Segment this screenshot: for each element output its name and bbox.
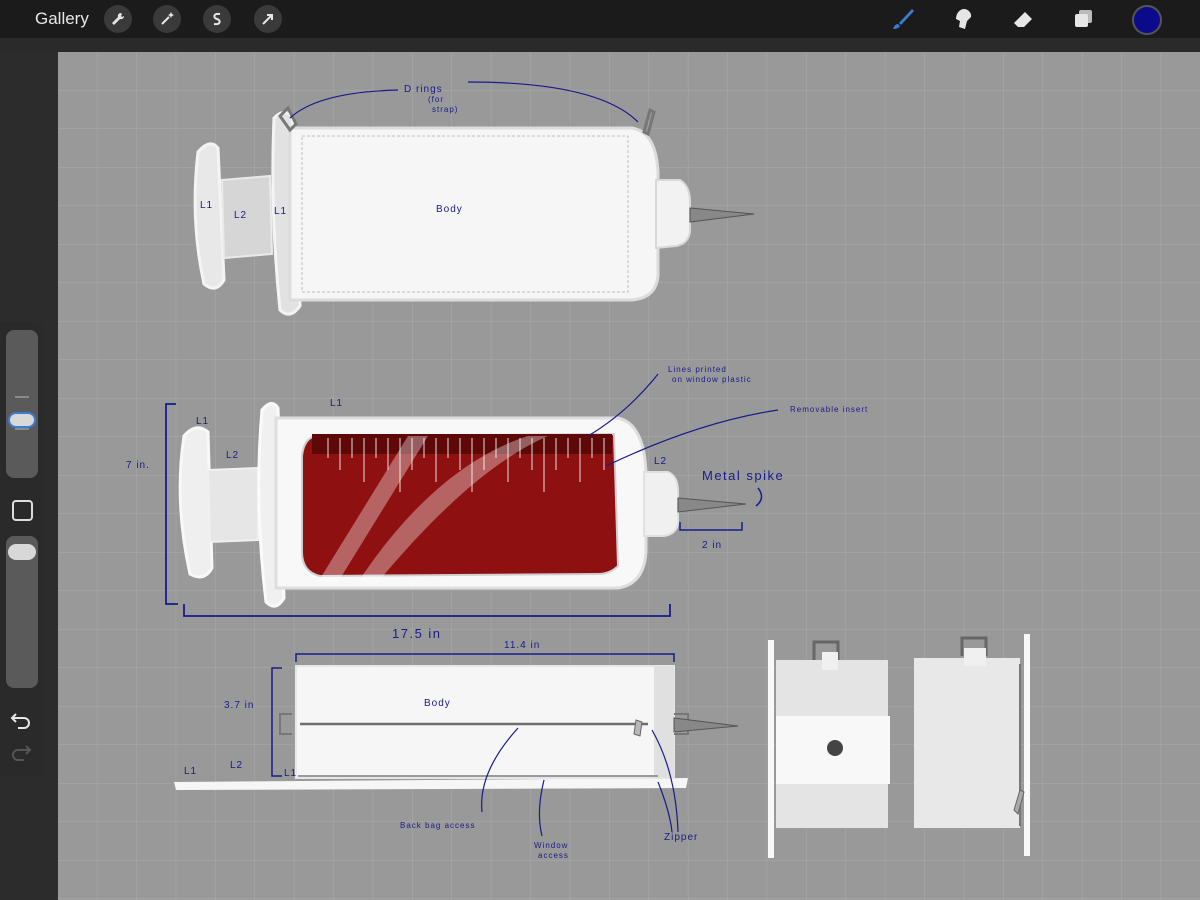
brush-sidebar [0, 322, 44, 776]
top-toolbar: Gallery [0, 0, 1200, 38]
label-l2-mid-right: L2 [654, 456, 667, 467]
label-lines-printed: Lines printed [668, 365, 727, 374]
drawing-canvas[interactable]: D rings (for strap) Body L1 L2 L1 7 in. … [58, 52, 1200, 900]
label-removable-insert: Removable insert [790, 405, 868, 414]
label-l1-top-a: L1 [200, 200, 213, 211]
wrench-icon[interactable] [104, 5, 132, 33]
brush-opacity-knob[interactable] [8, 544, 36, 560]
dim-width-11-4in: 11.4 in [504, 640, 540, 651]
brush-opacity-slider[interactable] [6, 536, 38, 688]
label-body-top: Body [436, 204, 463, 215]
label-l1-side-b: L1 [284, 768, 297, 779]
redo-icon[interactable] [10, 740, 34, 764]
magic-wand-icon[interactable] [153, 5, 181, 33]
label-window-access-2: access [538, 851, 569, 860]
label-body-side: Body [424, 698, 451, 709]
undo-icon[interactable] [10, 708, 34, 732]
label-l2-side: L2 [230, 760, 243, 771]
label-l1-side-a: L1 [184, 766, 197, 777]
label-d-rings-sub2: strap) [432, 105, 458, 114]
transform-arrow-icon[interactable] [254, 5, 282, 33]
modify-button[interactable] [12, 500, 33, 521]
brush-size-knob[interactable] [8, 412, 36, 428]
toolbar-shadow-band [0, 38, 1200, 52]
brush-size-slider[interactable] [6, 330, 38, 478]
label-back-bag-access: Back bag access [400, 821, 475, 830]
label-d-rings: D rings [404, 84, 443, 95]
selection-icon[interactable] [203, 5, 231, 33]
label-l1-top-b: L1 [274, 206, 287, 217]
label-l1-mid-top: L1 [330, 398, 343, 409]
brush-icon[interactable] [888, 5, 918, 33]
label-l2-mid-left: L2 [226, 450, 239, 461]
label-d-rings-sub1: (for [428, 95, 444, 104]
layers-icon[interactable] [1068, 5, 1098, 33]
dim-height-7in: 7 in. [126, 460, 150, 471]
smudge-icon[interactable] [948, 5, 978, 33]
dim-length-17-5in: 17.5 in [392, 626, 442, 641]
dim-height-3-7in: 3.7 in [224, 700, 254, 711]
label-metal-spike: Metal spike [702, 468, 784, 483]
eraser-icon[interactable] [1008, 5, 1038, 33]
gallery-button[interactable]: Gallery [35, 9, 89, 29]
label-l1-mid: L1 [196, 416, 209, 427]
label-lines-printed-2: on window plastic [672, 375, 752, 384]
label-window-access: Window [534, 841, 568, 850]
dim-spike-2in: 2 in [702, 540, 722, 551]
label-l2-top: L2 [234, 210, 247, 221]
label-zipper: Zipper [664, 832, 698, 843]
color-picker-swatch[interactable] [1132, 5, 1162, 35]
